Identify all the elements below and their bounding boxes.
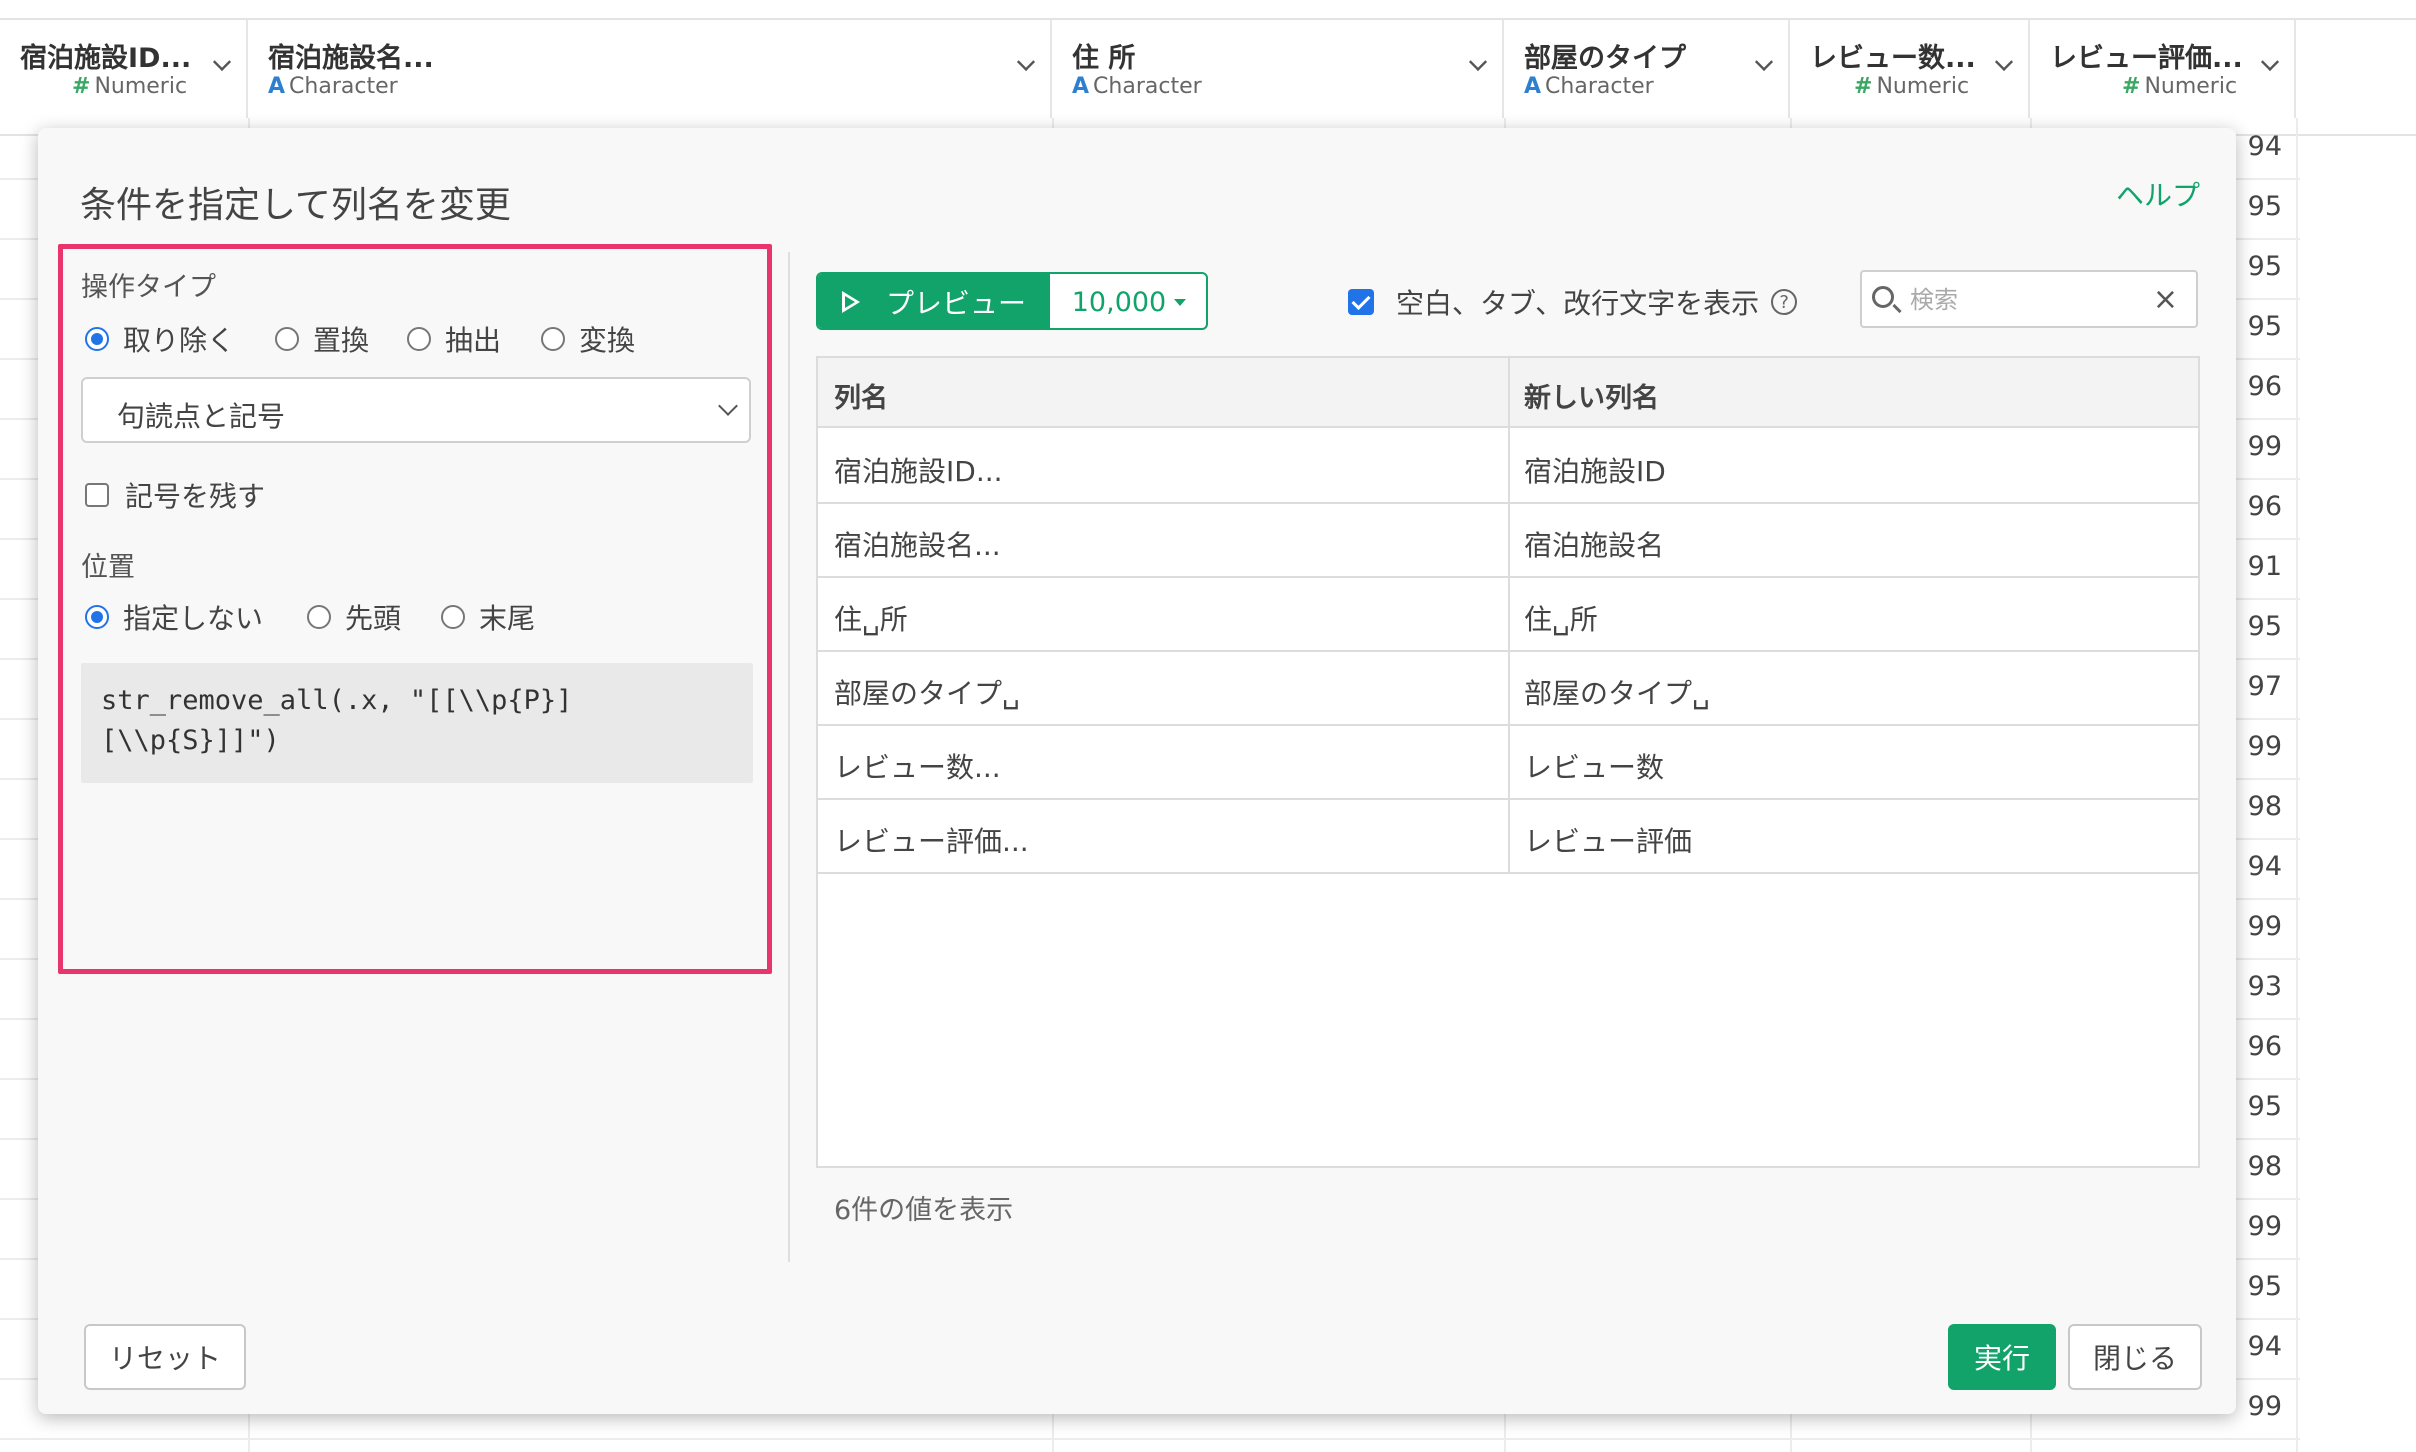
column-name: 住 所 [1072, 43, 1136, 74]
chevron-down-icon [718, 396, 738, 416]
radio-position-start[interactable]: 先頭 [307, 597, 401, 637]
chevron-down-icon[interactable] [212, 52, 232, 72]
numeric-type-icon: # [1854, 74, 1873, 99]
chevron-down-icon[interactable] [2260, 52, 2280, 72]
column-header-review-score[interactable]: レビュー評価... # Numeric [2030, 18, 2296, 118]
cell-column-name: 宿泊施設ID... [834, 455, 1003, 488]
cell-new-column-name: 宿泊施設ID [1524, 455, 1666, 488]
column-header-room-type[interactable]: 部屋のタイプ A Character [1504, 18, 1790, 118]
caret-down-icon [1174, 298, 1187, 306]
cell-column-name: レビュー評価... [834, 825, 1029, 858]
preview-button[interactable]: プレビュー [818, 274, 1050, 328]
radio-convert[interactable]: 変換 [541, 319, 635, 359]
radio-icon [441, 605, 465, 629]
cell-new-column-name: 部屋のタイプ␣ [1524, 677, 1710, 710]
radio-position-none[interactable]: 指定しない [85, 597, 263, 637]
play-icon [842, 291, 860, 313]
cell-new-column-name: レビュー数 [1524, 751, 1665, 784]
preview-count-dropdown[interactable]: 10,000 [1050, 274, 1206, 328]
checkbox-icon [85, 483, 109, 507]
column-name: レビュー評価... [2050, 43, 2243, 74]
radio-selected-icon [85, 327, 109, 351]
header-new-column-name: 新しい列名 [1524, 383, 1659, 414]
column-name: 部屋のタイプ [1524, 43, 1686, 74]
character-type-icon: A [1524, 74, 1542, 99]
radio-icon [407, 327, 431, 351]
help-link[interactable]: ヘルプ [2116, 174, 2200, 214]
code-text: str_remove_all(.x, "[[\\p{P}] [\\p{S}]]"… [101, 685, 573, 756]
target-select[interactable]: 句読点と記号 [81, 377, 751, 443]
grid-row-line [0, 1438, 2300, 1440]
numeric-type-icon: # [2122, 74, 2141, 99]
search-box: × [1860, 270, 2198, 328]
chevron-down-icon[interactable] [1016, 52, 1036, 72]
rename-preview-table: 列名 新しい列名 宿泊施設ID... 宿泊施設ID 宿泊施設名... 宿泊施設名住␣所… [816, 356, 2200, 1168]
condition-panel: 操作タイプ 取り除く 置換 抽出 変換 句読点と記号 記号を残す 位置 指定しな… [58, 244, 772, 974]
column-header-id[interactable]: 宿泊施設ID... # Numeric [0, 18, 248, 118]
panel-divider [788, 252, 790, 1262]
operation-type-label: 操作タイプ [81, 272, 216, 303]
numeric-type-icon: # [72, 74, 91, 99]
column-type: Numeric [1876, 74, 1970, 99]
run-button[interactable]: 実行 [1948, 1324, 2056, 1390]
character-type-icon: A [268, 74, 286, 99]
rename-dialog: 条件を指定して列名を変更 ヘルプ 操作タイプ 取り除く 置換 抽出 変換 句読点… [38, 128, 2236, 1414]
chevron-down-icon[interactable] [1468, 52, 1488, 72]
clear-icon[interactable]: × [2153, 282, 2178, 317]
character-type-icon: A [1072, 74, 1090, 99]
generated-code: str_remove_all(.x, "[[\\p{P}] [\\p{S}]]"… [81, 663, 753, 783]
cell-column-name: 住␣所 [834, 603, 908, 636]
target-select-value: 句読点と記号 [117, 400, 286, 433]
column-type: Numeric [94, 74, 188, 99]
column-type: Character [1093, 74, 1202, 99]
column-type: Character [1545, 74, 1654, 99]
cell-new-column-name: 宿泊施設名 [1524, 529, 1665, 562]
position-label: 位置 [81, 552, 135, 583]
header-column-name: 列名 [834, 383, 888, 414]
keep-symbol-checkbox[interactable]: 記号を残す [85, 475, 265, 515]
reset-button[interactable]: リセット [84, 1324, 246, 1390]
search-input[interactable] [1910, 282, 2140, 318]
cell-column-name: 宿泊施設名... [834, 529, 1001, 562]
cell-new-column-name: 住␣所 [1524, 603, 1598, 636]
column-type: Character [289, 74, 398, 99]
radio-extract[interactable]: 抽出 [407, 319, 501, 359]
cell-column-name: 部屋のタイプ␣ [834, 677, 1020, 710]
chevron-down-icon[interactable] [1754, 52, 1774, 72]
radio-replace[interactable]: 置換 [275, 319, 369, 359]
grid-column-line [2296, 118, 2298, 1452]
radio-position-end[interactable]: 末尾 [441, 597, 535, 637]
radio-selected-icon [85, 605, 109, 629]
radio-icon [541, 327, 565, 351]
column-name: レビュー数... [1810, 43, 1976, 74]
column-type: Numeric [2144, 74, 2238, 99]
column-separator [1508, 358, 1510, 874]
column-header-name[interactable]: 宿泊施設名... A Character [248, 18, 1052, 118]
close-button[interactable]: 閉じる [2068, 1324, 2202, 1390]
search-icon [1872, 286, 1894, 308]
value-count-text: 6件の値を表示 [834, 1195, 1014, 1226]
show-whitespace-checkbox[interactable]: 空白、タブ、改行文字を表示 ? [1348, 282, 1798, 322]
radio-icon [275, 327, 299, 351]
chevron-down-icon[interactable] [1994, 52, 2014, 72]
column-header-review-count[interactable]: レビュー数... # Numeric [1790, 18, 2030, 118]
cell-new-column-name: レビュー評価 [1524, 825, 1693, 858]
preview-button-group: プレビュー 10,000 [816, 272, 1208, 330]
dialog-title: 条件を指定して列名を変更 [80, 185, 511, 226]
column-name: 宿泊施設名... [268, 43, 434, 74]
radio-icon [307, 605, 331, 629]
column-header-address[interactable]: 住 所 A Character [1052, 18, 1504, 118]
cell-column-name: レビュー数... [834, 751, 1001, 784]
checkbox-checked-icon [1348, 289, 1374, 315]
help-circle-icon[interactable]: ? [1771, 289, 1798, 315]
column-name: 宿泊施設ID... [20, 43, 192, 74]
radio-remove[interactable]: 取り除く [85, 319, 235, 359]
